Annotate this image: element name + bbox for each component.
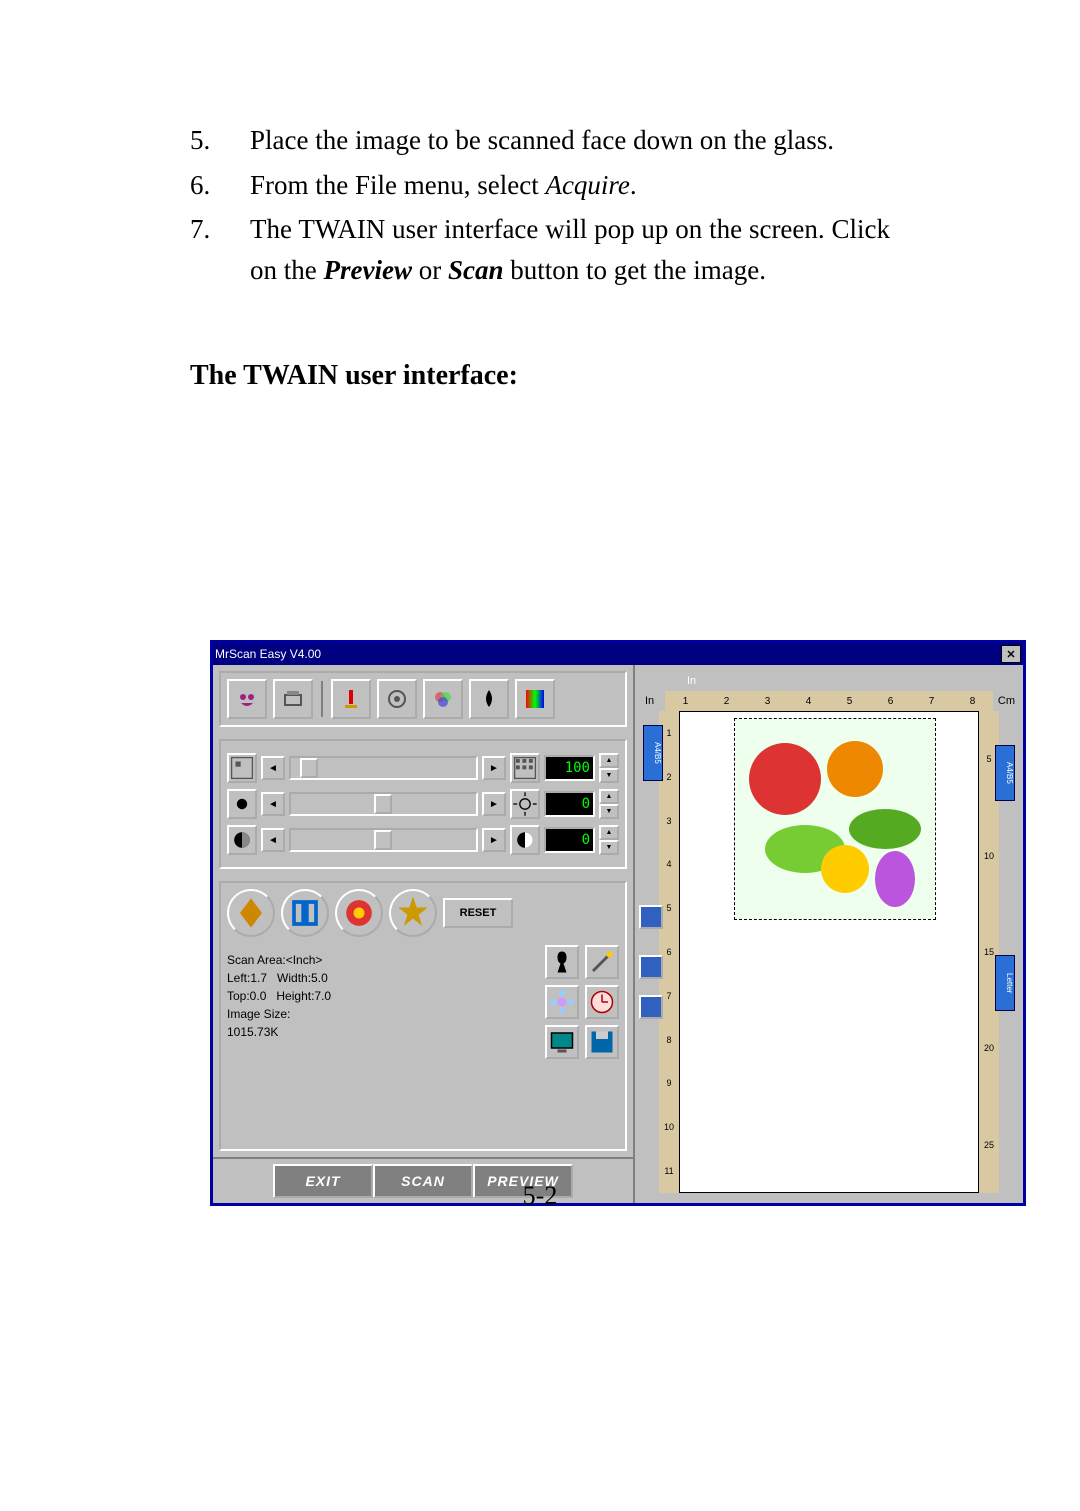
contrast-value: 0 bbox=[544, 827, 595, 853]
contrast-low-icon bbox=[227, 825, 257, 855]
control-panel: ◄ ► 100 ▲▼ ◄ ► 0 ▲▼ bbox=[213, 665, 635, 1203]
instruction-list: 5. Place the image to be scanned face do… bbox=[190, 120, 890, 290]
brightness-slider[interactable] bbox=[289, 792, 478, 816]
preview-panel: In 12345678 In Cm 1234567891011 51015202… bbox=[635, 665, 1023, 1203]
selection-box[interactable] bbox=[734, 718, 936, 920]
magic-wand-icon[interactable] bbox=[585, 945, 619, 979]
zoom-icon[interactable] bbox=[639, 905, 663, 929]
scan-type-icon[interactable] bbox=[331, 679, 371, 719]
unit-cm-label: Cm bbox=[998, 695, 1015, 707]
resolution-value: 100 bbox=[544, 755, 595, 781]
step-number: 7. bbox=[190, 209, 250, 290]
section-heading: The TWAIN user interface: bbox=[190, 360, 890, 392]
paper-tag-a4b5-right[interactable]: A4/B5 bbox=[995, 745, 1015, 801]
slider-left-button[interactable]: ◄ bbox=[261, 828, 285, 852]
preview-area[interactable] bbox=[679, 711, 979, 1193]
close-button[interactable]: ✕ bbox=[1001, 645, 1021, 663]
unit-in-label-left: In bbox=[645, 695, 654, 707]
silhouette-icon[interactable] bbox=[545, 945, 579, 979]
contrast-slider-row: ◄ ► 0 ▲▼ bbox=[227, 825, 619, 855]
title-bar[interactable]: MrScan Easy V4.00 ✕ bbox=[213, 643, 1023, 665]
twain-window: MrScan Easy V4.00 ✕ bbox=[210, 640, 1026, 1206]
paper-tag-letter[interactable]: Letter bbox=[995, 955, 1015, 1011]
contrast-high-icon bbox=[510, 825, 540, 855]
slider-left-button[interactable]: ◄ bbox=[261, 756, 285, 780]
resolution-high-icon bbox=[510, 753, 540, 783]
slider-right-button[interactable]: ► bbox=[482, 756, 506, 780]
mirror-icon[interactable] bbox=[281, 889, 329, 937]
preview-image bbox=[735, 719, 935, 919]
brightness-slider-row: ◄ ► 0 ▲▼ bbox=[227, 789, 619, 819]
brightness-low-icon bbox=[227, 789, 257, 819]
auto-icon[interactable] bbox=[389, 889, 437, 937]
scan-area-info: Scan Area:<Inch> Left:1.7 Width:5.0 Top:… bbox=[227, 951, 331, 1059]
slider-right-button[interactable]: ► bbox=[482, 792, 506, 816]
spin-down-button[interactable]: ▼ bbox=[599, 768, 619, 783]
clock-icon[interactable] bbox=[585, 985, 619, 1019]
paper-tag-a4b5-left[interactable]: A4/B5 bbox=[643, 725, 663, 781]
owl-icon[interactable] bbox=[227, 679, 267, 719]
resolution-slider[interactable] bbox=[289, 756, 478, 780]
descreen-icon[interactable] bbox=[335, 889, 383, 937]
window-title: MrScan Easy V4.00 bbox=[215, 647, 321, 661]
unit-in-label: In bbox=[687, 675, 696, 687]
spin-up-button[interactable]: ▲ bbox=[599, 825, 619, 840]
resolution-low-icon bbox=[227, 753, 257, 783]
flower-icon[interactable] bbox=[545, 985, 579, 1019]
rotate-icon[interactable] bbox=[639, 995, 663, 1019]
toolbar-panel bbox=[219, 671, 627, 727]
settings-icon[interactable] bbox=[377, 679, 417, 719]
spin-down-button[interactable]: ▼ bbox=[599, 840, 619, 855]
reset-button[interactable]: RESET bbox=[443, 898, 513, 928]
droplet-icon[interactable] bbox=[469, 679, 509, 719]
spin-up-button[interactable]: ▲ bbox=[599, 789, 619, 804]
slider-right-button[interactable]: ► bbox=[482, 828, 506, 852]
fit-icon[interactable] bbox=[639, 955, 663, 979]
step-number: 5. bbox=[190, 120, 250, 161]
step-number: 6. bbox=[190, 165, 250, 206]
tools-panel: RESET Scan Area:<Inch> Left:1.7 Width:5.… bbox=[219, 881, 627, 1151]
spin-up-button[interactable]: ▲ bbox=[599, 753, 619, 768]
slider-left-button[interactable]: ◄ bbox=[261, 792, 285, 816]
sliders-panel: ◄ ► 100 ▲▼ ◄ ► 0 ▲▼ bbox=[219, 739, 627, 869]
ruler-left: 1234567891011 bbox=[659, 711, 679, 1193]
page-number: 5-2 bbox=[0, 1181, 1080, 1211]
disk-icon[interactable] bbox=[585, 1025, 619, 1059]
invert-icon[interactable] bbox=[227, 889, 275, 937]
step-text: From the File menu, select Acquire. bbox=[250, 165, 890, 206]
monitor-icon[interactable] bbox=[545, 1025, 579, 1059]
ruler-top: 12345678 bbox=[665, 691, 993, 711]
resolution-slider-row: ◄ ► 100 ▲▼ bbox=[227, 753, 619, 783]
brightness-high-icon bbox=[510, 789, 540, 819]
color-settings-icon[interactable] bbox=[423, 679, 463, 719]
spin-down-button[interactable]: ▼ bbox=[599, 804, 619, 819]
close-icon: ✕ bbox=[1006, 648, 1015, 661]
step-text: Place the image to be scanned face down … bbox=[250, 120, 890, 161]
scanner-icon[interactable] bbox=[273, 679, 313, 719]
gradient-icon[interactable] bbox=[515, 679, 555, 719]
brightness-value: 0 bbox=[544, 791, 595, 817]
step-text: The TWAIN user interface will pop up on … bbox=[250, 209, 890, 290]
contrast-slider[interactable] bbox=[289, 828, 478, 852]
